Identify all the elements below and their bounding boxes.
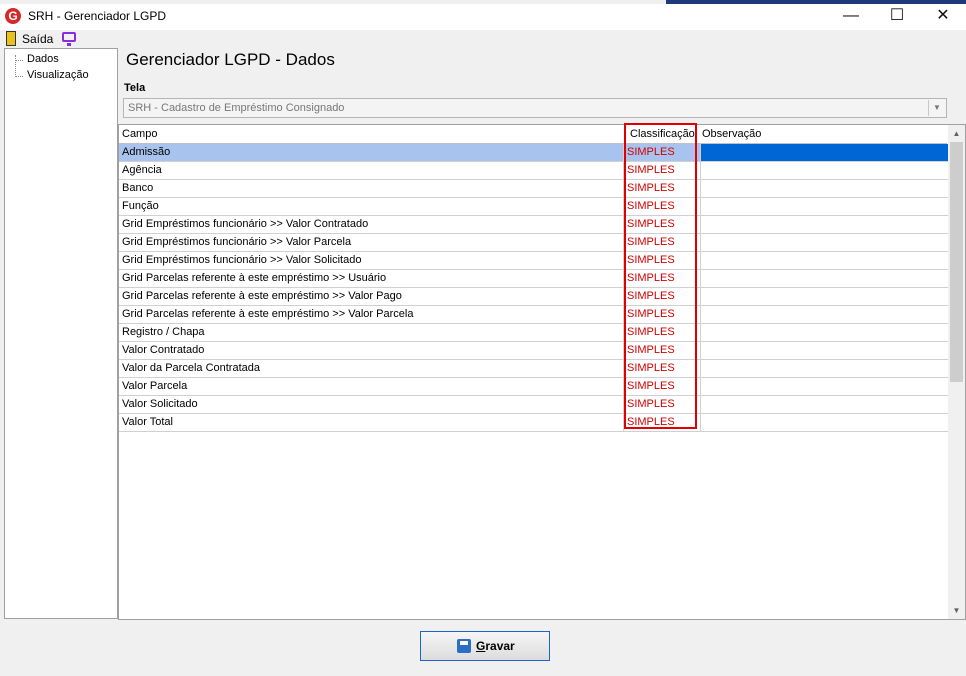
tela-select[interactable]: SRH - Cadastro de Empréstimo Consignado … xyxy=(123,98,947,118)
tree-connector xyxy=(15,60,23,61)
table-row[interactable]: Banco SIMPLES xyxy=(119,180,948,198)
maximize-button[interactable]: ☐ xyxy=(874,4,920,30)
tree-item-visualizacao[interactable]: Visualização xyxy=(27,69,89,81)
column-separator xyxy=(700,180,701,198)
cell-campo[interactable]: Grid Parcelas referente à este empréstim… xyxy=(122,308,413,320)
minimize-button[interactable]: — xyxy=(828,4,874,30)
cell-campo[interactable]: Grid Empréstimos funcionário >> Valor So… xyxy=(122,254,361,266)
table-row[interactable]: Valor Solicitado SIMPLES xyxy=(119,396,948,414)
cell-campo[interactable]: Valor Parcela xyxy=(122,380,187,392)
window-title: SRH - Gerenciador LGPD xyxy=(28,9,167,23)
column-separator xyxy=(700,252,701,270)
navigation-tree: Dados Visualização xyxy=(4,48,118,619)
table-row[interactable]: Valor da Parcela Contratada SIMPLES xyxy=(119,360,948,378)
column-separator xyxy=(700,270,701,288)
tela-label: Tela xyxy=(124,82,146,94)
cell-campo[interactable]: Valor Contratado xyxy=(122,344,204,356)
column-separator xyxy=(700,360,701,378)
cell-campo[interactable]: Valor Total xyxy=(122,416,173,428)
table-row[interactable]: Registro / Chapa SIMPLES xyxy=(119,324,948,342)
column-separator xyxy=(700,396,701,414)
column-separator xyxy=(700,162,701,180)
cell-campo[interactable]: Grid Empréstimos funcionário >> Valor Pa… xyxy=(122,236,351,248)
menu-bar: Saída xyxy=(0,30,966,48)
column-separator xyxy=(700,216,701,234)
cell-campo[interactable]: Registro / Chapa xyxy=(122,326,205,338)
column-separator xyxy=(700,234,701,252)
table-row[interactable]: Grid Parcelas referente à este empréstim… xyxy=(119,306,948,324)
save-button-label: Gravar xyxy=(476,639,515,653)
close-button[interactable]: ✕ xyxy=(920,4,966,30)
save-label-accelerator: G xyxy=(476,639,486,653)
column-header-observacao[interactable]: Observação xyxy=(702,128,761,140)
page-title: Gerenciador LGPD - Dados xyxy=(126,50,335,69)
column-header-campo[interactable]: Campo xyxy=(122,128,157,140)
table-row[interactable]: Grid Parcelas referente à este empréstim… xyxy=(119,288,948,306)
cell-campo[interactable]: Banco xyxy=(122,182,153,194)
cell-campo[interactable]: Grid Parcelas referente à este empréstim… xyxy=(122,290,402,302)
table-row[interactable]: Admissão SIMPLES xyxy=(119,144,948,162)
table-row[interactable]: Valor Contratado SIMPLES xyxy=(119,342,948,360)
column-separator xyxy=(700,198,701,216)
cell-campo[interactable]: Função xyxy=(122,200,159,212)
table-row[interactable]: Função SIMPLES xyxy=(119,198,948,216)
fields-grid: Campo Classificação Observação Admissão S… xyxy=(118,123,966,620)
scroll-up-icon[interactable]: ▲ xyxy=(948,125,965,142)
cell-campo[interactable]: Grid Empréstimos funcionário >> Valor Co… xyxy=(122,218,368,230)
column-separator xyxy=(700,144,701,162)
tela-select-value: SRH - Cadastro de Empréstimo Consignado xyxy=(128,102,345,114)
grid-header: Campo Classificação Observação xyxy=(119,125,947,144)
cell-campo[interactable]: Admissão xyxy=(122,146,170,158)
floppy-disk-icon xyxy=(457,639,471,653)
tree-item-dados[interactable]: Dados xyxy=(27,53,59,65)
column-separator xyxy=(700,306,701,324)
column-separator xyxy=(700,414,701,432)
table-row[interactable]: Valor Parcela SIMPLES xyxy=(119,378,948,396)
column-separator xyxy=(700,342,701,360)
cell-campo[interactable]: Valor da Parcela Contratada xyxy=(122,362,260,374)
scrollbar-thumb[interactable] xyxy=(950,142,963,382)
title-bar: G SRH - Gerenciador LGPD — ☐ ✕ xyxy=(0,4,966,30)
table-row[interactable]: Grid Empréstimos funcionário >> Valor Co… xyxy=(119,216,948,234)
classificacao-highlight-box xyxy=(624,123,697,429)
exit-menu-item[interactable]: Saída xyxy=(22,32,53,46)
save-button[interactable]: Gravar xyxy=(420,631,550,661)
table-row[interactable]: Grid Empréstimos funcionário >> Valor Pa… xyxy=(119,234,948,252)
cell-campo[interactable]: Valor Solicitado xyxy=(122,398,198,410)
table-row[interactable]: Grid Parcelas referente à este empréstim… xyxy=(119,270,948,288)
table-row[interactable]: Agência SIMPLES xyxy=(119,162,948,180)
observacao-cell-selected[interactable] xyxy=(701,144,948,161)
cell-campo[interactable]: Grid Parcelas referente à este empréstim… xyxy=(122,272,386,284)
footer: Gravar xyxy=(0,621,966,676)
chevron-down-icon[interactable]: ▼ xyxy=(928,100,945,116)
table-row[interactable]: Valor Total SIMPLES xyxy=(119,414,948,432)
table-row[interactable]: Grid Empréstimos funcionário >> Valor So… xyxy=(119,252,948,270)
monitor-icon[interactable] xyxy=(62,32,76,46)
app-icon: G xyxy=(5,8,21,24)
column-separator xyxy=(700,378,701,396)
save-label-text: ravar xyxy=(485,639,515,653)
tree-connector xyxy=(15,55,16,77)
exit-door-icon[interactable] xyxy=(6,31,16,46)
vertical-scrollbar[interactable]: ▲ ▼ xyxy=(948,125,965,619)
cell-campo[interactable]: Agência xyxy=(122,164,162,176)
column-separator xyxy=(700,324,701,342)
scroll-down-icon[interactable]: ▼ xyxy=(948,602,965,619)
tree-connector xyxy=(15,76,23,77)
column-separator xyxy=(700,288,701,306)
